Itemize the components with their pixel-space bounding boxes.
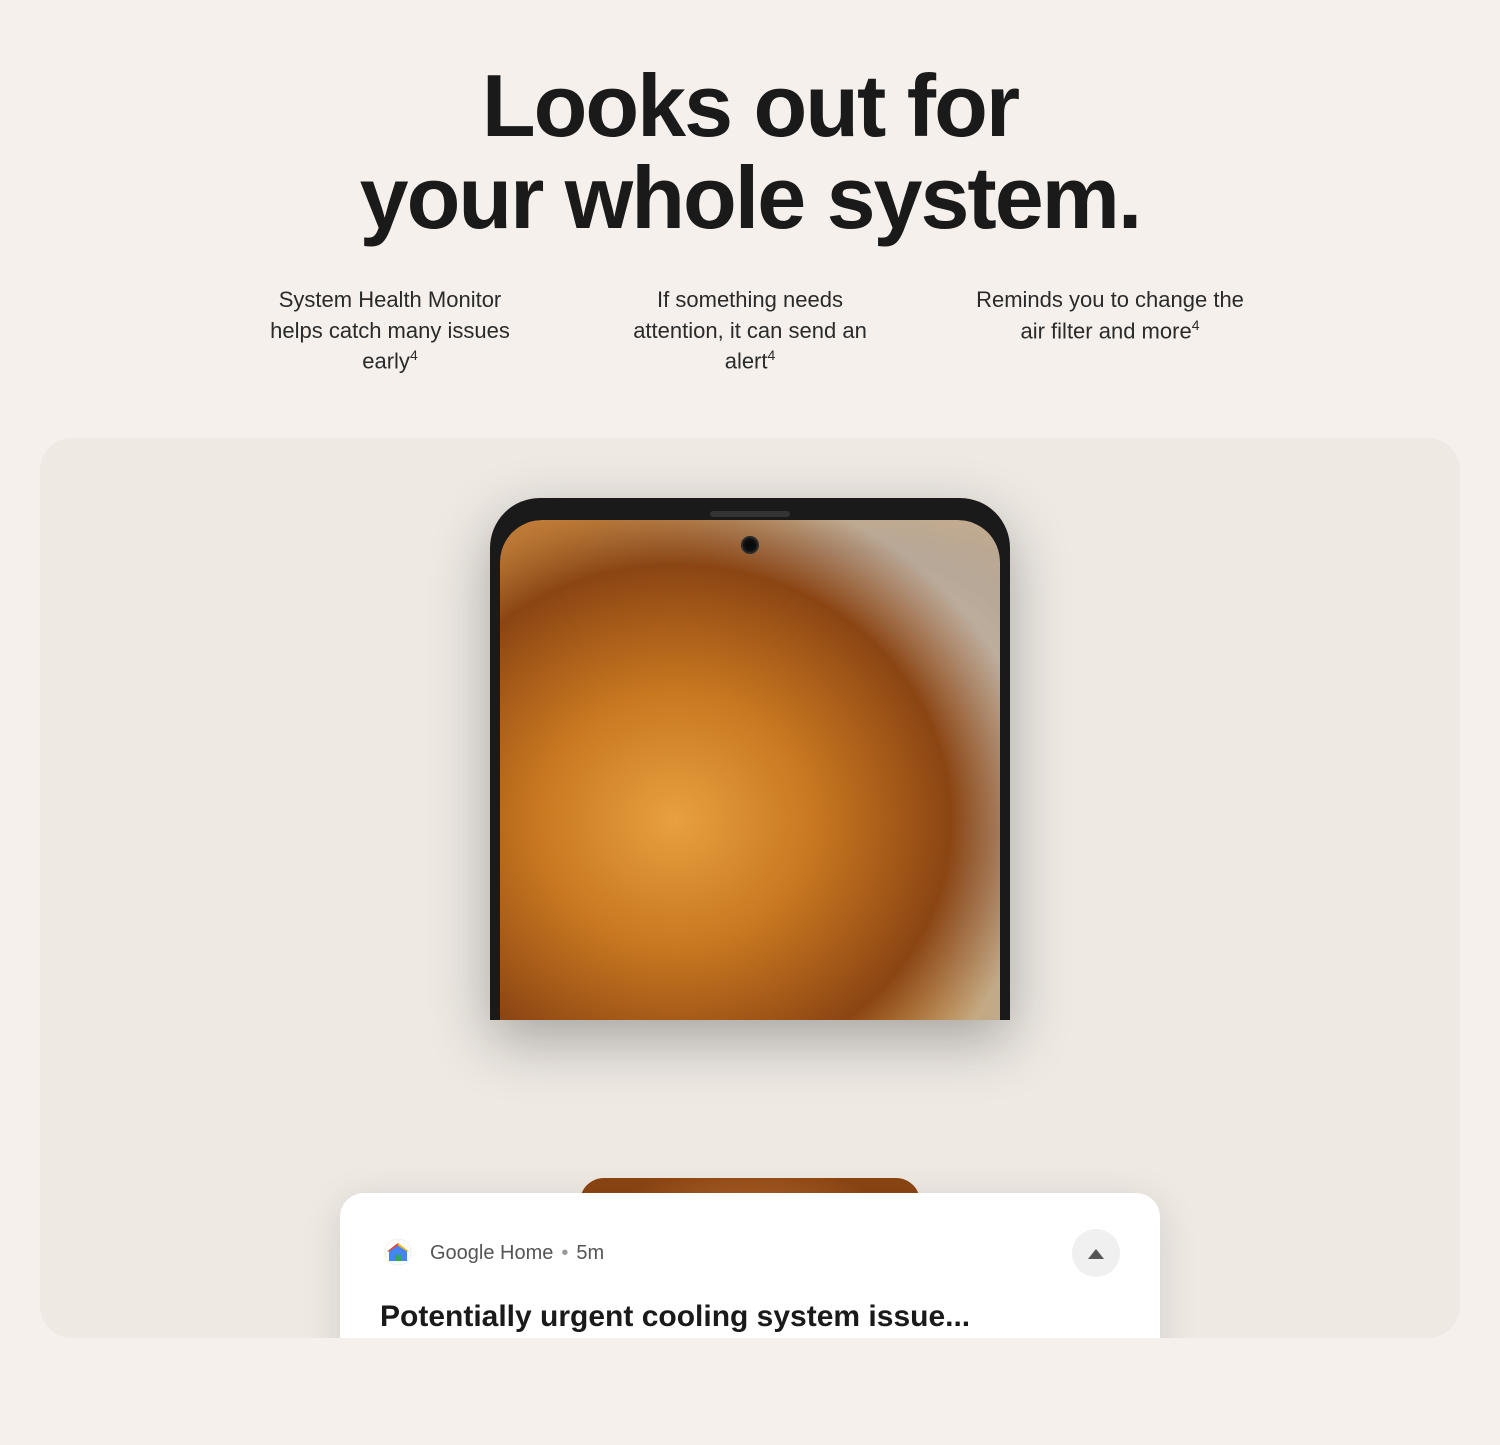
app-name: Google Home [430,1242,553,1265]
feature-3-text: Reminds you to change the air filter and… [970,285,1250,347]
notification-header: Google Home • 5m [380,1229,1120,1277]
feature-2-text: If something needs attention, it can sen… [610,285,890,378]
feature-1-text: System Health Monitor helps catch many i… [250,285,530,378]
google-home-icon [380,1235,416,1271]
page-wrapper: Looks out for your whole system. System … [0,0,1500,1445]
features-row: System Health Monitor helps catch many i… [150,285,1350,378]
feature-item-1: System Health Monitor helps catch many i… [250,285,530,378]
phone-top-bar [500,508,1000,520]
feature-item-3: Reminds you to change the air filter and… [970,285,1250,378]
hero-title-line1: Looks out for [482,56,1018,155]
feature-item-2: If something needs attention, it can sen… [610,285,890,378]
phone-container [470,498,1030,1020]
phone-pill [710,511,790,517]
camera-hole [743,538,757,552]
phone-card-section: Google Home • 5m Potentially urgent cool… [40,438,1460,1338]
hero-title-section: Looks out for your whole system. [360,60,1141,245]
notification-app-info: Google Home • 5m [430,1242,1072,1265]
hero-title: Looks out for your whole system. [360,60,1141,245]
chevron-up-icon [1088,1249,1104,1259]
notification-card: Google Home • 5m Potentially urgent cool… [340,1193,1160,1337]
app-dot: • [561,1242,568,1265]
notification-title: Potentially urgent cooling system issue.… [380,1297,1120,1336]
phone-wallpaper [500,520,1000,1020]
phone-screen [500,520,1000,1020]
notification-chevron-button[interactable] [1072,1229,1120,1277]
phone-frame [490,498,1010,1020]
app-time: 5m [576,1242,604,1265]
hero-title-line2: your whole system. [360,148,1141,247]
